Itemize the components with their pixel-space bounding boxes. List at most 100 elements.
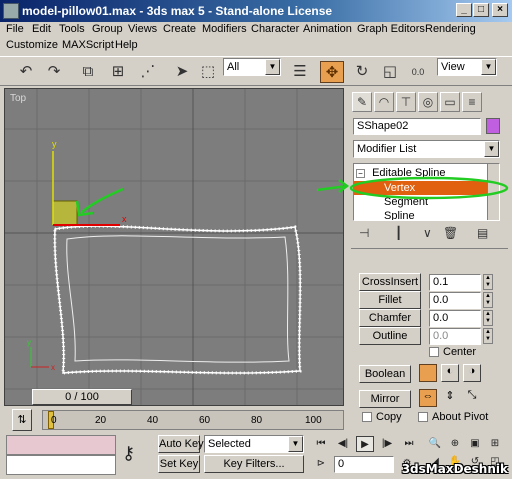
region-select-icon[interactable]: ⬚ [196,61,220,83]
listener-white-field[interactable] [6,455,116,475]
menu-create[interactable]: Create [163,23,196,35]
spinner-snap-icon[interactable]: 0.0 [406,61,430,83]
boolean-button[interactable]: Boolean [359,365,411,383]
time-slider[interactable]: 0 / 100 [32,389,132,405]
select-by-name-icon[interactable]: ☰ [288,61,312,83]
divider [351,248,508,249]
maximize-button[interactable]: □ [473,3,489,17]
undo-icon[interactable]: ↶ [14,61,38,83]
unlink-selection-icon[interactable]: ⊞ [106,61,130,83]
zoom-all-icon[interactable]: ⊕ [446,436,464,452]
modifier-list-dropdown[interactable]: Modifier List ▼ [353,140,500,158]
gizmo-y-label: y [52,139,57,149]
annotation-overlay [317,176,509,200]
select-and-rotate-icon[interactable]: ↻ [350,61,374,83]
set-key-button[interactable]: Set Key [158,455,200,473]
next-frame-icon[interactable]: |▶ [378,436,396,452]
select-and-move-icon[interactable]: ✥ [320,61,344,83]
main-toolbar: ↶ ↷ ⧉ ⊞ ⋰ ➤ ⬚ All ▼ ☰ ✥ ↻ ◱ 0.0 View ▼ [0,56,512,86]
fillet-button[interactable]: Fillet [359,291,421,309]
select-and-scale-icon[interactable]: ◱ [378,61,402,83]
title-bar: model-pillow01.max - 3ds max 5 - Stand-a… [0,0,512,22]
chamfer-button[interactable]: Chamfer [359,309,421,327]
utilities-tab-icon[interactable]: ≡ [462,92,482,112]
key-icon[interactable]: ⚷ [122,443,135,464]
menu-animation[interactable]: Animation [303,23,352,35]
track-bar[interactable]: 0 20 40 60 80 100 [42,410,344,430]
listener-pink-field[interactable] [6,435,116,455]
object-name-field[interactable]: SShape02 [353,118,481,135]
previous-frame-icon[interactable]: ◀| [334,436,352,452]
zoom-icon[interactable]: 🔍 [426,436,444,452]
menu-graph-editors[interactable]: Graph Editors [357,23,425,35]
key-mode-toggle-icon[interactable]: ⊳ [312,456,330,472]
outline-value[interactable]: 0.0 [429,328,481,345]
annotation-pointer [317,179,350,193]
minimize-button[interactable]: _ [456,3,472,17]
mirror-vertical-icon[interactable]: ⇕ [441,389,459,407]
top-viewport[interactable]: Top y x y x [4,88,344,406]
chamfer-spinner[interactable]: ▲ ▼ [483,310,493,326]
menu-edit[interactable]: Edit [32,23,51,35]
bind-to-space-warp-icon[interactable]: ⋰ [136,61,160,83]
configure-sets-icon[interactable]: ▤ [477,226,488,240]
chamfer-value[interactable]: 0.0 [429,310,481,327]
select-and-link-icon[interactable]: ⧉ [76,61,100,83]
mirror-both-icon[interactable]: ⤡ [463,389,481,407]
fillet-spinner[interactable]: ▲ ▼ [483,292,493,308]
remove-modifier-icon[interactable]: 🗑 [443,226,458,240]
menu-tools[interactable]: Tools [59,23,85,35]
play-icon[interactable]: ▶ [356,436,374,452]
close-button[interactable]: × [492,3,508,17]
union-icon[interactable] [419,364,437,382]
outline-spinner[interactable]: ▲ ▼ [483,328,493,344]
menu-views[interactable]: Views [128,23,157,35]
menu-file[interactable]: File [6,23,24,35]
zoom-extents-icon[interactable]: ▣ [466,436,484,452]
center-checkbox[interactable] [429,347,439,357]
viewport-canvas[interactable]: y x y x [5,89,344,406]
menu-character[interactable]: Character [251,23,299,35]
display-tab-icon[interactable]: ▭ [440,92,460,112]
menu-help[interactable]: Help [115,39,138,51]
track-bar-icon[interactable]: ⇅ [12,409,32,431]
key-mode-dropdown[interactable]: Selected ▼ [204,435,304,453]
outline-button[interactable]: Outline [359,327,421,345]
object-color-swatch[interactable] [486,118,500,134]
mirror-button[interactable]: Mirror [359,390,411,408]
reference-coordinate-dropdown[interactable]: View ▼ [437,58,497,76]
reference-coordinate-value: View [441,61,465,73]
auto-key-button[interactable]: Auto Key [158,435,204,453]
cross-insert-spinner[interactable]: ▲ ▼ [483,274,493,290]
menu-customize[interactable]: Customize [6,39,58,51]
create-tab-icon[interactable]: ✎ [352,92,372,112]
select-object-icon[interactable]: ➤ [170,61,194,83]
make-unique-icon[interactable]: ∨ [423,226,432,240]
center-label: Center [443,346,477,358]
subtraction-icon[interactable]: ◐ [441,364,459,382]
go-to-end-icon[interactable]: ⏭ [400,436,418,452]
mirror-horizontal-icon[interactable]: ⇔ [419,389,437,407]
selection-filter-dropdown[interactable]: All ▼ [223,58,281,76]
cross-insert-button[interactable]: CrossInsert [359,273,421,291]
show-end-result-icon[interactable]: ┃ [395,226,402,240]
cross-insert-value[interactable]: 0.1 [429,274,481,291]
key-filters-button[interactable]: Key Filters... [204,455,304,473]
pin-stack-icon[interactable]: ⊣ [359,226,369,240]
menu-group[interactable]: Group [92,23,123,35]
menu-maxscript[interactable]: MAXScript [62,39,114,51]
spline-inner-edge [66,235,290,363]
zoom-extents-all-icon[interactable]: ⊞ [486,436,504,452]
go-to-start-icon[interactable]: ⏮ [312,436,330,452]
redo-icon[interactable]: ↷ [42,61,66,83]
current-frame-field[interactable]: 0 [334,456,394,473]
hierarchy-tab-icon[interactable]: ⊤ [396,92,416,112]
motion-tab-icon[interactable]: ◎ [418,92,438,112]
menu-rendering[interactable]: Rendering [425,23,476,35]
menu-modifiers[interactable]: Modifiers [202,23,247,35]
stack-item-spline[interactable]: Spline [354,209,499,220]
fillet-value[interactable]: 0.0 [429,292,481,309]
modify-tab-icon[interactable]: ◠ [374,92,394,112]
intersection-icon[interactable]: ◑ [463,364,481,382]
watermark-text: 3dsMaxDeshnik [401,462,508,476]
